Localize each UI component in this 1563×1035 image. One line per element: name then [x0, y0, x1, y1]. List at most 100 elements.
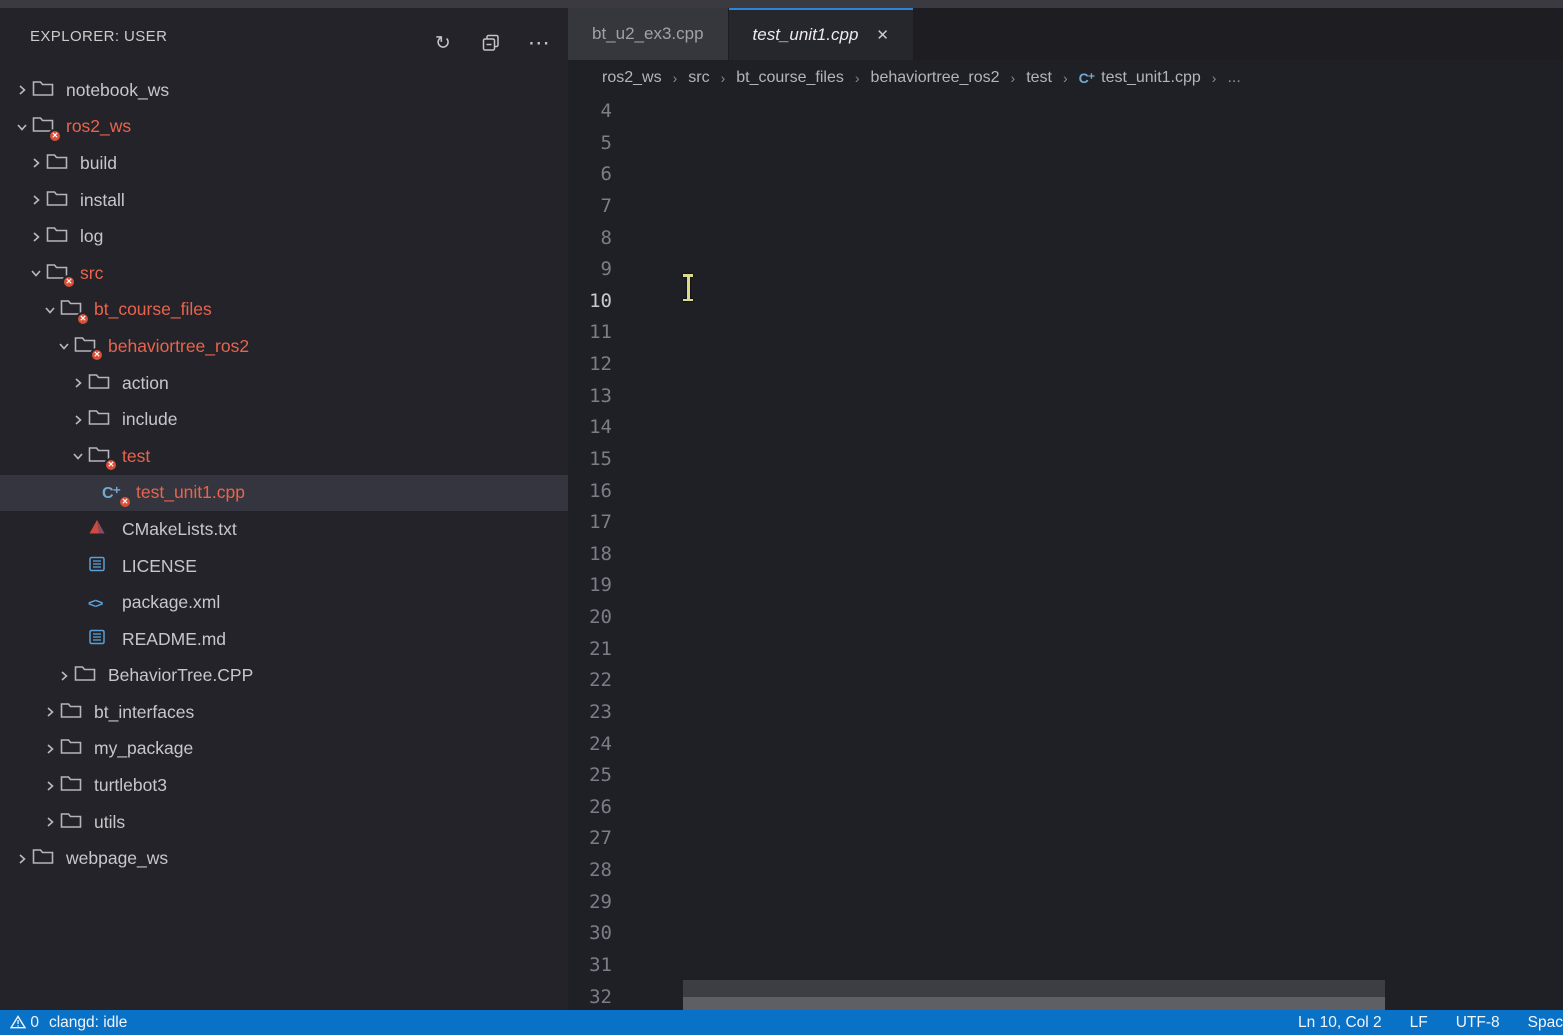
- error-badge: ✕: [118, 495, 132, 509]
- chevron-down-icon[interactable]: [26, 266, 46, 280]
- tab-bt_u2_ex3.cpp[interactable]: bt_u2_ex3.cpp: [568, 8, 728, 60]
- folder-icon: [74, 664, 96, 687]
- more-actions-icon[interactable]: ⋯: [526, 30, 552, 56]
- horizontal-scrollbar[interactable]: [683, 997, 1385, 1010]
- tree-item-my_package[interactable]: my_package: [0, 731, 568, 768]
- folder-icon: [60, 737, 82, 760]
- tab-label: test_unit1.cpp: [753, 25, 859, 45]
- chevron-right-icon: ›: [1212, 70, 1217, 86]
- tree-item-src[interactable]: ✕src: [0, 255, 568, 292]
- tree-item-iconwrap: [46, 151, 73, 175]
- code-line-14: 14: [568, 412, 1563, 444]
- problems-indicator[interactable]: 0: [10, 1014, 39, 1032]
- tree-item-label: utils: [94, 812, 133, 833]
- line-number: 28: [568, 855, 612, 887]
- chevron-down-icon[interactable]: [68, 449, 88, 463]
- tree-item-label: include: [122, 409, 185, 430]
- tree-item-bt_interfaces[interactable]: bt_interfaces: [0, 694, 568, 731]
- code-line-12: 12: [568, 349, 1563, 381]
- status-encoding[interactable]: UTF-8: [1456, 1014, 1500, 1032]
- breadcrumb-more[interactable]: ...: [1227, 69, 1240, 87]
- tree-item-test_unit1.cpp[interactable]: C⁺✕test_unit1.cpp: [0, 475, 568, 512]
- code-editor[interactable]: 4567891011121314151617181920212223242526…: [568, 96, 1563, 1010]
- chevron-right-icon[interactable]: [26, 156, 46, 170]
- tree-item-LICENSE[interactable]: LICENSE: [0, 548, 568, 585]
- chevron-right-icon[interactable]: [12, 83, 32, 97]
- tree-item-BehaviorTree.CPP[interactable]: BehaviorTree.CPP: [0, 658, 568, 695]
- book-icon: [88, 629, 106, 650]
- chevron-right-icon[interactable]: [68, 413, 88, 427]
- status-indentation[interactable]: Spac: [1528, 1014, 1563, 1032]
- chevron-down-icon[interactable]: [54, 339, 74, 353]
- tree-item-iconwrap: C⁺✕: [102, 481, 129, 505]
- chevron-down-icon[interactable]: [12, 120, 32, 134]
- chevron-right-icon[interactable]: [26, 193, 46, 207]
- tree-item-log[interactable]: log: [0, 218, 568, 255]
- status-eol-sequence[interactable]: LF: [1410, 1014, 1428, 1032]
- breadcrumb-item-src[interactable]: src: [688, 69, 709, 87]
- tree-item-utils[interactable]: utils: [0, 804, 568, 841]
- explorer-header: EXPLORER: USER ↻⋯: [0, 8, 568, 64]
- vscode-window: EXPLORER: USER ↻⋯ notebook_ws✕ros2_wsbui…: [0, 0, 1563, 1035]
- line-number: 25: [568, 760, 612, 792]
- refresh-icon[interactable]: ↻: [430, 30, 456, 56]
- tree-item-iconwrap: ✕: [32, 115, 59, 139]
- line-number: 8: [568, 223, 612, 255]
- explorer-actions: ↻⋯: [430, 30, 552, 56]
- explorer-sidebar: EXPLORER: USER ↻⋯ notebook_ws✕ros2_wsbui…: [0, 8, 568, 1010]
- breadcrumb-item-behaviortree_ros2[interactable]: behaviortree_ros2: [871, 69, 1000, 87]
- breadcrumb-item-test[interactable]: test: [1026, 69, 1052, 87]
- error-badge: ✕: [90, 348, 104, 362]
- line-number: 22: [568, 665, 612, 697]
- code-line-19: 19: [568, 570, 1563, 602]
- status-right: Ln 10, Col 2 LF UTF-8 Spac: [1298, 1014, 1563, 1032]
- chevron-right-icon[interactable]: [40, 779, 60, 793]
- tree-item-README.md[interactable]: README.md: [0, 621, 568, 658]
- line-number: 23: [568, 697, 612, 729]
- close-icon[interactable]: ✕: [876, 26, 889, 44]
- tree-item-behaviortree_ros2[interactable]: ✕behaviortree_ros2: [0, 328, 568, 365]
- status-cursor-position[interactable]: Ln 10, Col 2: [1298, 1014, 1382, 1032]
- chevron-right-icon: ›: [1011, 70, 1016, 86]
- collapse-folders-icon[interactable]: [478, 30, 504, 56]
- tree-item-webpage_ws[interactable]: webpage_ws: [0, 840, 568, 877]
- tree-item-label: install: [80, 190, 133, 211]
- tree-item-label: bt_interfaces: [94, 702, 202, 723]
- error-badge: ✕: [62, 275, 76, 289]
- chevron-right-icon[interactable]: [40, 705, 60, 719]
- code-line-11: 11: [568, 317, 1563, 349]
- breadcrumb-item-bt_course_files[interactable]: bt_course_files: [736, 69, 844, 87]
- tree-item-bt_course_files[interactable]: ✕bt_course_files: [0, 292, 568, 329]
- chevron-right-icon[interactable]: [12, 852, 32, 866]
- tree-item-package.xml[interactable]: <>package.xml: [0, 584, 568, 621]
- chevron-right-icon[interactable]: [40, 742, 60, 756]
- breadcrumb-item-ros2_ws[interactable]: ros2_ws: [602, 69, 662, 87]
- tree-item-turtlebot3[interactable]: turtlebot3: [0, 767, 568, 804]
- folder-icon: [60, 811, 82, 834]
- tree-item-test[interactable]: ✕test: [0, 438, 568, 475]
- tree-item-CMakeLists.txt[interactable]: CMakeLists.txt: [0, 511, 568, 548]
- tab-test_unit1.cpp[interactable]: test_unit1.cpp ✕: [729, 8, 913, 60]
- tree-item-ros2_ws[interactable]: ✕ros2_ws: [0, 109, 568, 146]
- language-server-status[interactable]: clangd: idle: [49, 1014, 127, 1032]
- line-number: 18: [568, 539, 612, 571]
- tree-item-iconwrap: [46, 188, 73, 212]
- folder-icon: [88, 408, 110, 431]
- tree-item-install[interactable]: install: [0, 182, 568, 219]
- tree-item-iconwrap: ✕: [46, 261, 73, 285]
- chevron-right-icon[interactable]: [40, 815, 60, 829]
- tree-item-iconwrap: [88, 554, 115, 578]
- code-line-22: 22: [568, 665, 1563, 697]
- tree-item-notebook_ws[interactable]: notebook_ws: [0, 72, 568, 109]
- chevron-right-icon[interactable]: [26, 230, 46, 244]
- line-number: 4: [568, 96, 612, 128]
- chevron-down-icon[interactable]: [40, 303, 60, 317]
- tree-item-action[interactable]: action: [0, 365, 568, 402]
- breadcrumb-item-test_unit1.cpp[interactable]: test_unit1.cpp: [1101, 69, 1201, 87]
- tree-item-include[interactable]: include: [0, 401, 568, 438]
- chevron-right-icon[interactable]: [68, 376, 88, 390]
- warning-icon: [10, 1014, 26, 1031]
- tree-item-build[interactable]: build: [0, 145, 568, 182]
- code-line-26: 26: [568, 792, 1563, 824]
- chevron-right-icon[interactable]: [54, 669, 74, 683]
